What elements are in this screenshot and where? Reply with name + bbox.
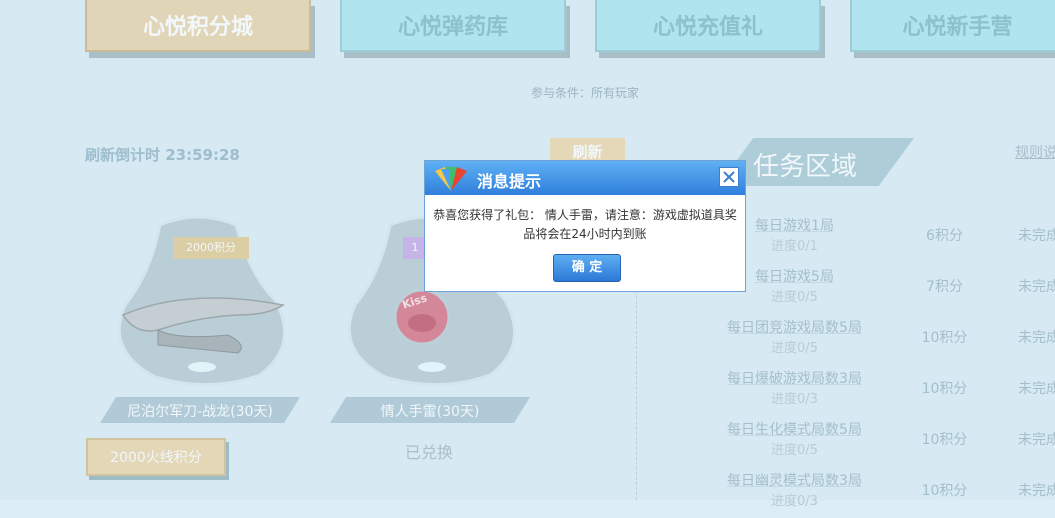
message-dialog: 消息提示 恭喜您获得了礼包： 情人手雷，请注意：游戏虚拟道具奖品将会在24小时内… <box>424 160 746 292</box>
page: 心悦积分城 心悦弹药库 心悦充值礼 心悦新手营 参与条件：所有玩家 刷新倒计时 … <box>0 0 1055 509</box>
cf-logo-icon <box>435 167 467 191</box>
close-icon-glyph <box>723 171 735 183</box>
dialog-title: 消息提示 <box>477 172 542 191</box>
confirm-button[interactable]: 确 定 <box>553 254 621 282</box>
close-icon[interactable] <box>719 167 739 187</box>
dialog-header: 消息提示 <box>425 161 745 195</box>
dialog-message: 恭喜您获得了礼包： 情人手雷，请注意：游戏虚拟道具奖品将会在24小时内到账 <box>433 208 737 241</box>
